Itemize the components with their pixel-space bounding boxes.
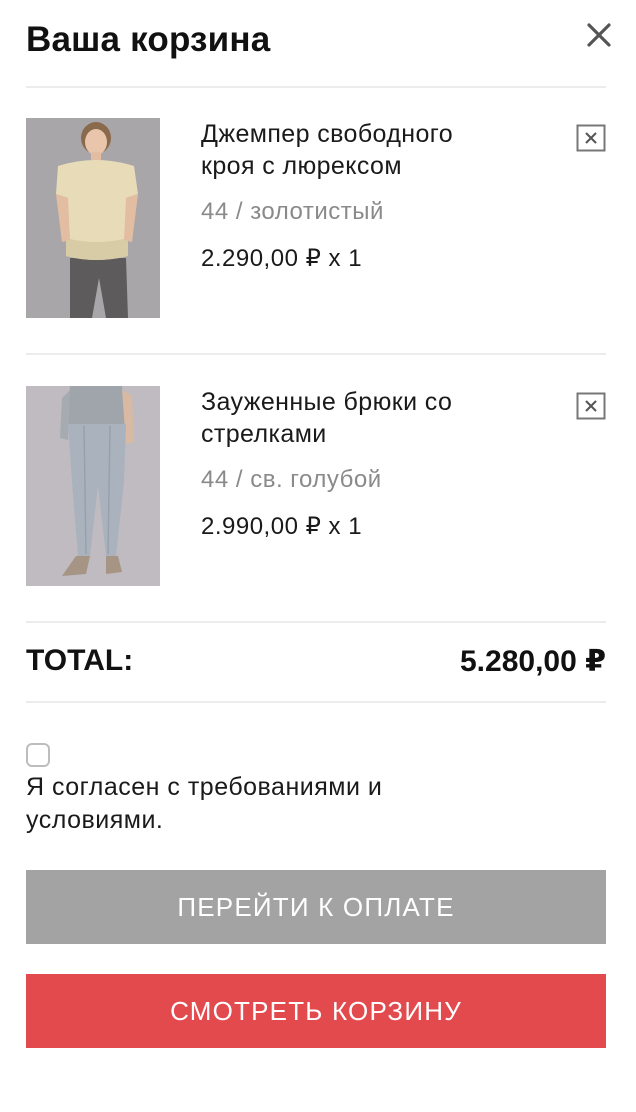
item-info: Зауженные брюки со стрелками 44 / св. го… [201, 386, 561, 541]
item-name-line: Зауженные брюки со [201, 388, 453, 416]
total-row: TOTAL: 5.280,00 ₽ [26, 640, 606, 688]
cart-item: Зауженные брюки со стрелками 44 / св. го… [26, 386, 606, 586]
cart-title: Ваша корзина [26, 20, 271, 59]
trousers-photo[interactable] [26, 386, 160, 586]
terms-agreement: Я согласен с требованиями и условиями. [26, 743, 606, 837]
divider [26, 701, 606, 703]
terms-label-line: Я согласен с требованиями и [26, 773, 383, 801]
checkout-button[interactable]: ПЕРЕЙТИ К ОПЛАТЕ [26, 870, 606, 944]
view-cart-button[interactable]: СМОТРЕТЬ КОРЗИНУ [26, 974, 606, 1048]
item-price: 2.290,00 ₽ x 1 [201, 245, 363, 272]
item-info: Джемпер свободного кроя с люрексом 44 / … [201, 118, 561, 273]
divider [26, 86, 606, 88]
item-name[interactable]: Зауженные брюки со стрелками [201, 386, 561, 450]
jumper-image [26, 118, 160, 318]
close-button[interactable] [582, 18, 616, 52]
item-variant: 44 / св. голубой [201, 466, 382, 493]
item-price: 2.990,00 ₽ x 1 [201, 513, 363, 540]
terms-checkbox[interactable] [26, 743, 50, 767]
item-name-line: кроя с люрексом [201, 152, 402, 180]
close-icon [587, 23, 611, 47]
total-label: TOTAL: [26, 644, 134, 677]
remove-item-icon [576, 124, 606, 152]
trousers-image [26, 386, 160, 586]
item-name-line: Джемпер свободного [201, 120, 454, 148]
cart-header: Ваша корзина [26, 18, 616, 68]
divider [26, 621, 606, 623]
terms-label-line: условиями. [26, 806, 164, 834]
remove-item-button[interactable] [576, 124, 606, 152]
item-name[interactable]: Джемпер свободного кроя с люрексом [201, 118, 561, 182]
remove-item-icon [576, 392, 606, 420]
total-value: 5.280,00 ₽ [460, 645, 606, 678]
jumper-photo[interactable] [26, 118, 160, 318]
remove-item-button[interactable] [576, 392, 606, 420]
terms-label: Я согласен с требованиями и условиями. [26, 771, 606, 837]
divider [26, 353, 606, 355]
item-variant: 44 / золотистый [201, 198, 384, 225]
cart-item: Джемпер свободного кроя с люрексом 44 / … [26, 118, 606, 318]
item-name-line: стрелками [201, 420, 327, 448]
